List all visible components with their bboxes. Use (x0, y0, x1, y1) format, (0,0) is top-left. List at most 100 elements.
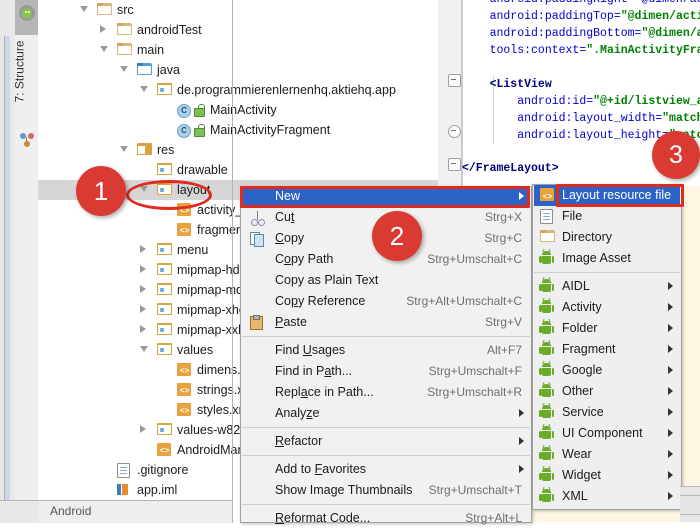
chevron-down-icon[interactable] (100, 46, 108, 52)
chevron-right-icon[interactable] (100, 25, 106, 33)
cut-icon (250, 210, 266, 226)
submenu-item-widget[interactable]: Widget (534, 465, 680, 486)
chevron-right-icon (668, 429, 673, 437)
chevron-right-icon (668, 282, 673, 290)
resource-folder-icon (157, 423, 172, 435)
chevron-down-icon[interactable] (120, 146, 128, 152)
code-line: android:id="@+id/listview_akt (462, 95, 700, 108)
menu-item-shortcut: Strg+Umschalt+C (427, 252, 522, 266)
menu-item-find-in-path[interactable]: Find in Path... Strg+Umschalt+F (242, 361, 530, 382)
menu-item-copy-reference[interactable]: Copy Reference Strg+Alt+Umschalt+C (242, 291, 530, 312)
chevron-right-icon[interactable] (140, 245, 146, 253)
submenu-item-google[interactable]: Google (534, 360, 680, 381)
menu-separator (242, 504, 530, 505)
code-line: android:paddingTop="@dimen/activi (462, 10, 700, 23)
submenu-item-service[interactable]: Service (534, 402, 680, 423)
badge-number: 2 (389, 221, 405, 251)
code-fold-toggle[interactable] (448, 158, 461, 171)
tree-item-mainactivity[interactable]: C MainActivity (38, 100, 438, 120)
chevron-right-icon (668, 450, 673, 458)
tree-item-label: main (137, 43, 165, 57)
tree-item-main[interactable]: main (38, 40, 438, 60)
menu-item-find-usages[interactable]: Find Usages Alt+F7 (242, 340, 530, 361)
resource-folder-icon (157, 323, 172, 335)
menu-item-label: Refactor (275, 434, 323, 448)
vertical-scrollbar[interactable] (4, 36, 10, 516)
tree-item-mainactivityfragment[interactable]: C MainActivityFragment (38, 120, 438, 140)
submenu-item-xml[interactable]: XML (534, 486, 680, 507)
submenu-item-label: Directory (562, 230, 613, 244)
new-submenu[interactable]: Layout resource fileFileDirectoryImage A… (532, 184, 682, 510)
chevron-right-icon (668, 303, 673, 311)
badge-number: 1 (93, 176, 109, 206)
submenu-item-label: File (562, 209, 583, 223)
submenu-item-ui-component[interactable]: UI Component (534, 423, 680, 444)
tree-item-androidtest[interactable]: androidTest (38, 20, 438, 40)
tree-item-de-programmierenlernenhq-aktiehq-app[interactable]: de.programmierenlernenhq.aktiehq.app (38, 80, 438, 100)
submenu-item-fragment[interactable]: Fragment (534, 339, 680, 360)
submenu-item-file[interactable]: File (534, 206, 680, 227)
chevron-right-icon (668, 324, 673, 332)
code-fold-toggle[interactable] (448, 125, 461, 138)
left-tool-strip: 7: Structure (0, 0, 39, 522)
tree-item-label: mipmap-hdpi (177, 263, 250, 277)
resource-folder-icon (137, 143, 152, 155)
menu-item-paste[interactable]: Paste Strg+V (242, 312, 530, 333)
chevron-down-icon[interactable] (120, 66, 128, 72)
chevron-right-icon[interactable] (140, 285, 146, 293)
submenu-separator (534, 272, 680, 273)
code-fold-toggle[interactable] (448, 74, 461, 87)
chevron-right-icon[interactable] (140, 325, 146, 333)
tree-item-res[interactable]: res (38, 140, 438, 160)
android-icon (539, 381, 556, 399)
resource-folder-icon (157, 163, 172, 175)
submenu-item-folder[interactable]: Folder (534, 318, 680, 339)
structure-tool-button[interactable]: 7: Structure (9, 12, 32, 132)
copy-icon (250, 231, 266, 247)
chevron-down-icon[interactable] (80, 6, 88, 12)
menu-item-add-to-favorites[interactable]: Add to Favorites (242, 459, 530, 480)
menu-item-refactor[interactable]: Refactor (242, 431, 530, 452)
menu-item-label: Analyze (275, 406, 320, 420)
menu-item-reformat-code[interactable]: Reformat Code... Strg+Alt+L (242, 508, 530, 529)
tree-item-label: res (157, 143, 175, 157)
tree-editor-divider[interactable] (232, 0, 233, 500)
menu-item-analyze[interactable]: Analyze (242, 403, 530, 424)
submenu-item-label: UI Component (562, 426, 643, 440)
submenu-item-other[interactable]: Other (534, 381, 680, 402)
tree-item-label: menu (177, 243, 209, 257)
submenu-item-wear[interactable]: Wear (534, 444, 680, 465)
menu-item-show-image-thumbnails[interactable]: Show Image Thumbnails Strg+Umschalt+T (242, 480, 530, 501)
paste-icon (250, 315, 266, 330)
submenu-item-image-asset[interactable]: Image Asset (534, 248, 680, 269)
tree-item-label: java (157, 63, 180, 77)
tree-item-src[interactable]: src (38, 0, 438, 20)
java-class-icon: C (177, 104, 191, 118)
menu-item-replace-in-path[interactable]: Replace in Path... Strg+Umschalt+R (242, 382, 530, 403)
folder-icon (117, 43, 132, 55)
chevron-right-icon (668, 366, 673, 374)
chevron-down-icon[interactable] (140, 346, 148, 352)
menu-item-label: Copy (275, 231, 305, 245)
annotation-box-new-item (240, 186, 530, 208)
android-studio-window: 7: Structure src androidTest main java de.pr… (0, 0, 700, 525)
chevron-right-icon[interactable] (140, 425, 146, 433)
tree-item-java[interactable]: java (38, 60, 438, 80)
submenu-item-label: Widget (562, 468, 601, 482)
menu-item-shortcut: Strg+Umschalt+R (427, 385, 522, 399)
resource-folder-icon (157, 83, 172, 95)
android-icon (539, 360, 556, 378)
chevron-right-icon (668, 345, 673, 353)
submenu-item-aidl[interactable]: AIDL (534, 276, 680, 297)
menu-item-copy-as-plain-text[interactable]: Copy as Plain Text (242, 270, 530, 291)
chevron-down-icon[interactable] (140, 86, 148, 92)
submenu-item-label: Google (562, 363, 603, 377)
chevron-right-icon[interactable] (140, 305, 146, 313)
java-class-icon: C (177, 124, 191, 138)
chevron-right-icon[interactable] (140, 265, 146, 273)
resource-folder-icon (157, 243, 172, 255)
submenu-item-directory[interactable]: Directory (534, 227, 680, 248)
public-lock-icon (193, 104, 205, 117)
structure-diagram-icon[interactable] (20, 132, 35, 147)
submenu-item-activity[interactable]: Activity (534, 297, 680, 318)
